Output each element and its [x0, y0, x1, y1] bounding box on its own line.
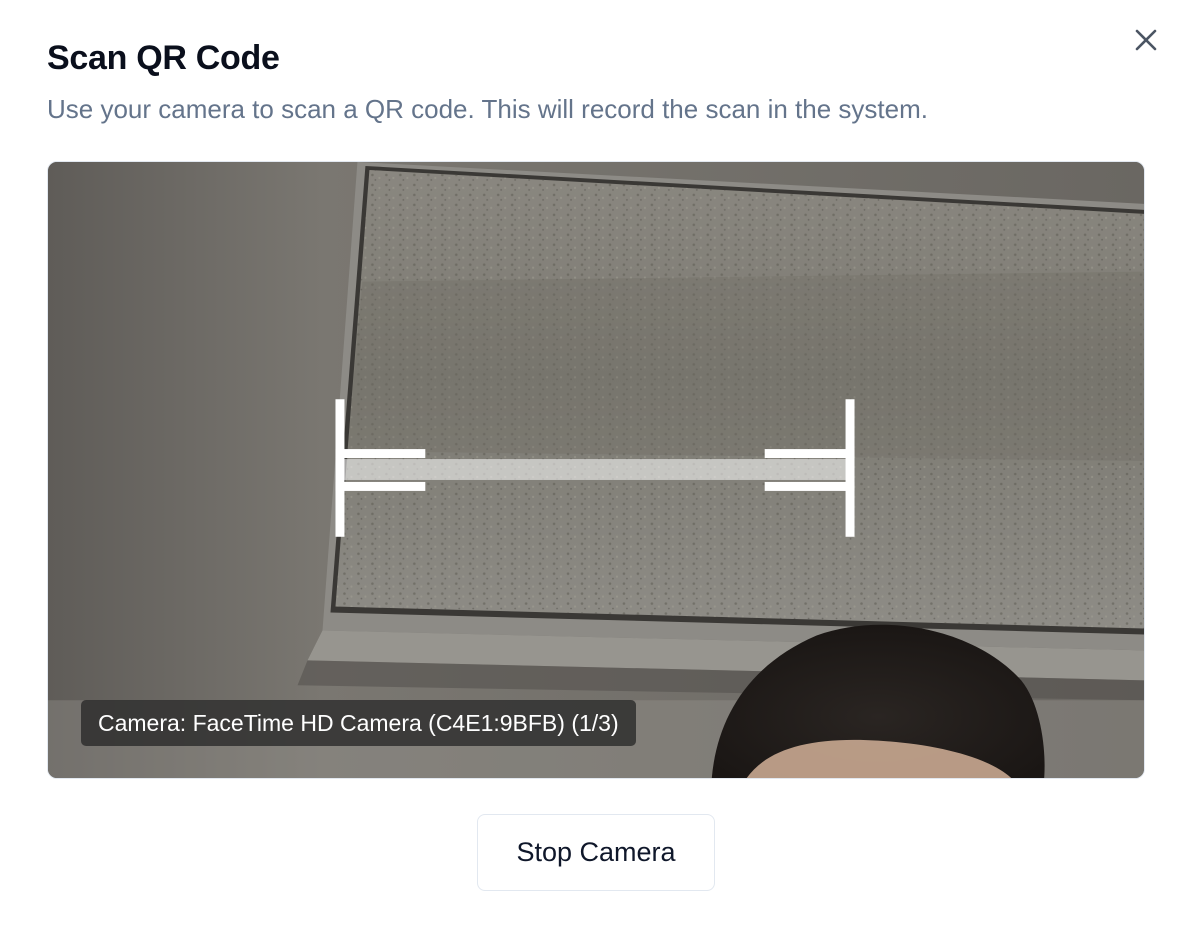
- camera-viewport: Camera: FaceTime HD Camera (C4E1:9BFB) (…: [47, 161, 1145, 779]
- close-button[interactable]: [1128, 22, 1164, 58]
- scan-qr-dialog: Scan QR Code Use your camera to scan a Q…: [0, 0, 1188, 936]
- close-icon: [1133, 27, 1159, 53]
- camera-device-label: Camera: FaceTime HD Camera (C4E1:9BFB) (…: [81, 700, 636, 746]
- dialog-title: Scan QR Code: [47, 39, 280, 77]
- stop-camera-button[interactable]: Stop Camera: [477, 814, 715, 891]
- dialog-description: Use your camera to scan a QR code. This …: [47, 94, 928, 124]
- camera-feed: [48, 162, 1144, 778]
